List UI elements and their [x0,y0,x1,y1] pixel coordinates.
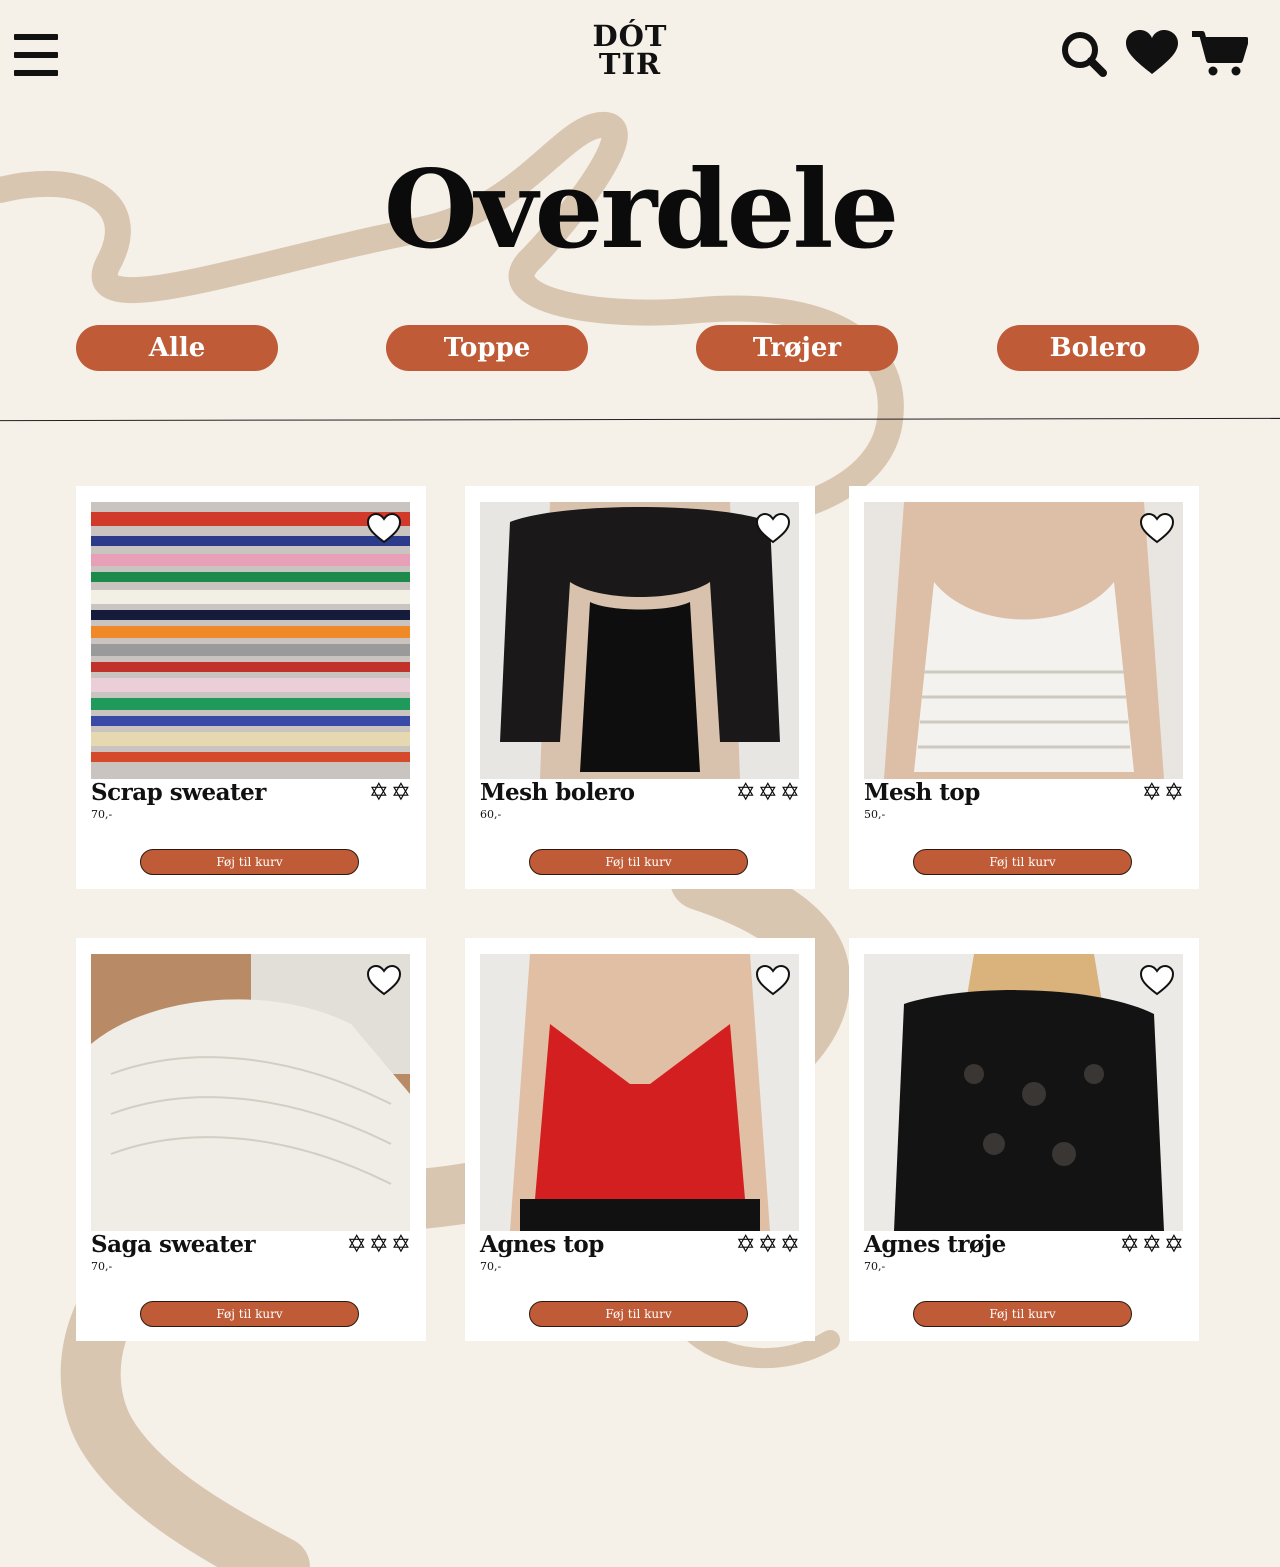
product-price: 50,- [864,808,886,821]
add-to-cart-button[interactable]: Føj til kurv [529,1301,748,1327]
search-icon[interactable] [1056,30,1112,78]
six-point-star-icon: ✡ [368,1230,389,1258]
product-card[interactable]: Mesh bolero 60,- ✡ ✡ ✡ Føj til kurv [465,486,815,889]
menu-bar [14,52,58,58]
product-name[interactable]: Mesh top [864,779,980,806]
product-card[interactable]: Agnes top 70,- ✡ ✡ ✡ Føj til kurv [465,938,815,1341]
product-image[interactable] [864,954,1183,1231]
filter-alle-button[interactable]: Alle [76,325,278,371]
product-name[interactable]: Agnes trøje [864,1231,1006,1258]
heart-outline-icon[interactable] [366,964,402,997]
product-price: 70,- [91,808,113,821]
product-image[interactable] [864,502,1183,779]
six-point-star-icon: ✡ [368,778,389,806]
filter-toppe-button[interactable]: Toppe [386,325,588,371]
six-point-star-icon: ✡ [1163,1230,1184,1258]
six-point-star-icon: ✡ [1163,778,1184,806]
product-image[interactable] [91,502,410,779]
product-name[interactable]: Saga sweater [91,1231,256,1258]
six-point-star-icon: ✡ [390,1230,411,1258]
six-point-star-icon: ✡ [757,778,778,806]
product-name[interactable]: Scrap sweater [91,779,266,806]
filter-trojer-button[interactable]: Trøjer [696,325,898,371]
six-point-star-icon: ✡ [1141,778,1162,806]
product-price: 70,- [91,1260,113,1273]
product-image[interactable] [480,954,799,1231]
heart-outline-icon[interactable] [755,512,791,545]
add-to-cart-button[interactable]: Føj til kurv [913,849,1132,875]
product-rating: ✡ ✡ [369,780,411,804]
six-point-star-icon: ✡ [735,1230,756,1258]
product-image[interactable] [480,502,799,779]
logo-line: DÓT [592,19,668,53]
six-point-star-icon: ✡ [779,1230,800,1258]
page-title: Overdele [383,147,899,273]
six-point-star-icon: ✡ [346,1230,367,1258]
heart-outline-icon[interactable] [366,512,402,545]
product-card[interactable]: Saga sweater 70,- ✡ ✡ ✡ Føj til kurv [76,938,426,1341]
heart-outline-icon[interactable] [755,964,791,997]
heart-outline-icon[interactable] [1139,964,1175,997]
logo-line: TIR [598,47,662,81]
six-point-star-icon: ✡ [757,1230,778,1258]
six-point-star-icon: ✡ [390,778,411,806]
product-name[interactable]: Mesh bolero [480,779,635,806]
site-logo[interactable]: DÓT TIR [590,22,670,84]
product-image[interactable] [91,954,410,1231]
add-to-cart-button[interactable]: Føj til kurv [913,1301,1132,1327]
product-price: 70,- [864,1260,886,1273]
category-filters: Alle Toppe Trøjer Bolero [0,325,1280,371]
menu-bar [14,70,58,76]
heart-icon[interactable] [1124,30,1180,78]
six-point-star-icon: ✡ [779,778,800,806]
product-card[interactable]: Agnes trøje 70,- ✡ ✡ ✡ Føj til kurv [849,938,1199,1341]
add-to-cart-button[interactable]: Føj til kurv [140,849,359,875]
site-header: DÓT TIR [0,0,1280,110]
product-rating: ✡ ✡ ✡ [736,1232,800,1256]
section-divider [0,417,1280,422]
product-price: 60,- [480,808,502,821]
product-rating: ✡ ✡ [1142,780,1184,804]
six-point-star-icon: ✡ [1119,1230,1140,1258]
add-to-cart-button[interactable]: Føj til kurv [529,849,748,875]
cart-icon[interactable] [1192,30,1249,78]
product-card[interactable]: Scrap sweater 70,- ✡ ✡ Føj til kurv [76,486,426,889]
hamburger-menu-icon[interactable] [14,34,58,76]
six-point-star-icon: ✡ [735,778,756,806]
product-rating: ✡ ✡ ✡ [347,1232,411,1256]
product-card[interactable]: Mesh top 50,- ✡ ✡ Føj til kurv [849,486,1199,889]
six-point-star-icon: ✡ [1141,1230,1162,1258]
product-name[interactable]: Agnes top [480,1231,604,1258]
menu-bar [14,34,58,40]
product-price: 70,- [480,1260,502,1273]
heart-outline-icon[interactable] [1139,512,1175,545]
filter-bolero-button[interactable]: Bolero [997,325,1199,371]
add-to-cart-button[interactable]: Føj til kurv [140,1301,359,1327]
product-rating: ✡ ✡ ✡ [736,780,800,804]
product-rating: ✡ ✡ ✡ [1120,1232,1184,1256]
